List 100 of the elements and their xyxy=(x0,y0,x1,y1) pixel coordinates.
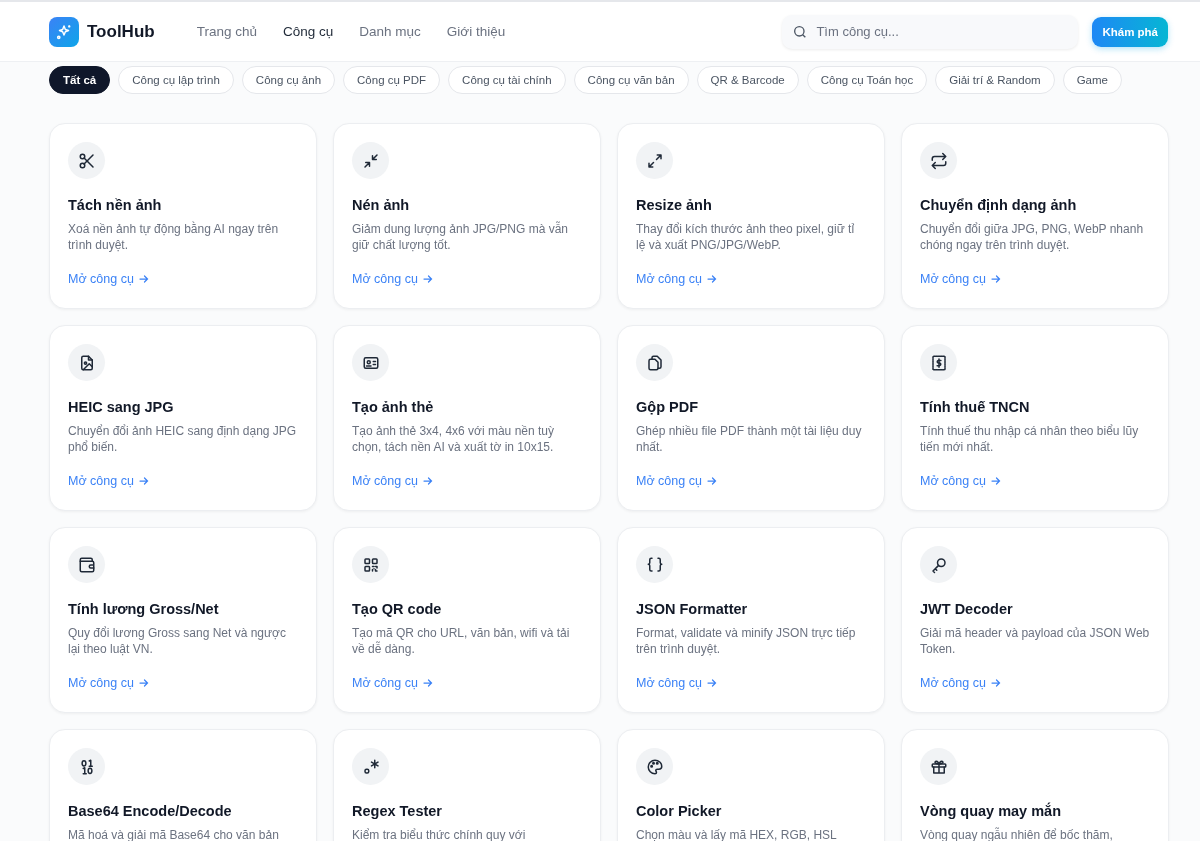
qr-code-icon xyxy=(361,555,380,574)
category-chip[interactable]: Công cụ Toán học xyxy=(806,66,928,94)
arrow-right-icon xyxy=(421,475,434,487)
category-chip[interactable]: Công cụ lập trình xyxy=(118,66,234,94)
tool-title: Vòng quay may mắn xyxy=(920,802,1062,820)
open-tool-link[interactable]: Mở công cụ xyxy=(920,272,1002,286)
tool-card[interactable]: Tính thuế TNCN Tính thuế thu nhập cá nhân theo biểu lũy tiến mới nhất. Mở công cụ xyxy=(901,325,1169,511)
arrow-right-icon xyxy=(705,677,718,689)
tool-title: JSON Formatter xyxy=(636,600,749,618)
tool-title: Resize ảnh xyxy=(636,196,713,214)
tool-card[interactable]: Nén ảnh Giảm dung lượng ảnh JPG/PNG mà vẫn giữ chất lượng tốt. Mở công cụ xyxy=(333,123,601,309)
tool-description: Tính thuế thu nhập cá nhân theo biểu lũy tiến mới nhất. xyxy=(920,423,1140,455)
category-chip[interactable]: Game xyxy=(1062,66,1122,94)
nav-link[interactable]: Giới thiệu xyxy=(446,24,506,39)
search-field[interactable]: Tìm công cụ... xyxy=(782,14,1079,49)
regex-icon xyxy=(361,757,380,776)
open-tool-link[interactable]: Mở công cụ xyxy=(68,272,150,286)
tool-title: Tách nền ảnh xyxy=(68,196,163,214)
tool-card[interactable]: Tạo ảnh thẻ Tạo ảnh thẻ 3x4, 4x6 với màu nền tuỳ chọn, tách nền AI và xuất tờ in 10x15. Mở công cụ xyxy=(333,325,601,511)
category-chip[interactable]: QR & Barcode xyxy=(696,66,799,94)
open-tool-link[interactable]: Mở công cụ xyxy=(636,272,718,286)
tool-card[interactable]: JSON Formatter Format, validate và minify JSON trực tiếp trên trình duyệt. Mở công cụ xyxy=(617,527,885,713)
category-chip[interactable]: Tất cả xyxy=(49,66,111,94)
arrow-right-icon xyxy=(137,273,150,285)
arrow-right-icon xyxy=(705,273,718,285)
open-tool-link[interactable]: Mở công cụ xyxy=(636,676,718,690)
tool-card[interactable]: Resize ảnh Thay đổi kích thước ảnh theo pixel, giữ tỉ lệ và xuất PNG/JPG/WebP. Mở công cụ xyxy=(617,123,885,309)
tool-card[interactable]: Chuyển định dạng ảnh Chuyển đổi giữa JPG, PNG, WebP nhanh chóng ngay trên trình duyệt. Mở công cụ xyxy=(901,123,1169,309)
open-tool-link[interactable]: Mở công cụ xyxy=(68,676,150,690)
category-chip[interactable]: Công cụ tài chính xyxy=(448,66,566,94)
wallet-icon xyxy=(77,555,96,574)
tool-title: Color Picker xyxy=(636,802,723,820)
open-tool-link[interactable]: Mở công cụ xyxy=(352,272,434,286)
braces-icon xyxy=(645,555,664,574)
tool-description: Thay đổi kích thước ảnh theo pixel, giữ tỉ lệ và xuất PNG/JPG/WebP. xyxy=(636,221,856,253)
open-tool-link[interactable]: Mở công cụ xyxy=(68,474,150,488)
tool-description: Tạo mã QR cho URL, văn bản, wifi và tải về dễ dàng. xyxy=(352,625,571,657)
copy-files-icon xyxy=(645,353,664,372)
tool-card[interactable]: Vòng quay may mắn Vòng quay ngẫu nhiên để bốc thăm, xyxy=(901,729,1169,841)
arrow-right-icon xyxy=(421,677,434,689)
tool-card[interactable]: Color Picker Chọn màu và lấy mã HEX, RGB, HSL xyxy=(617,729,885,841)
open-tool-link[interactable]: Mở công cụ xyxy=(352,474,434,488)
tool-description: Giảm dung lượng ảnh JPG/PNG mà vẫn giữ chất lượng tốt. xyxy=(352,221,569,253)
arrow-right-icon xyxy=(989,475,1002,487)
tool-description: Giải mã header và payload của JSON Web Token. xyxy=(920,625,1150,657)
palette-icon xyxy=(645,757,664,776)
gift-icon xyxy=(929,757,948,776)
arrow-right-icon xyxy=(137,677,150,689)
tool-card[interactable]: Base64 Encode/Decode Mã hoá và giải mã Base64 cho văn bản xyxy=(49,729,317,841)
tool-title: Tính lương Gross/Net xyxy=(68,600,220,618)
expand-arrows-icon xyxy=(645,151,664,170)
brand-name: ToolHub xyxy=(87,21,155,42)
tool-title: HEIC sang JPG xyxy=(68,398,175,416)
tool-card[interactable]: HEIC sang JPG Chuyển đổi ảnh HEIC sang định dạng JPG phổ biến. Mở công cụ xyxy=(49,325,317,511)
tool-card[interactable]: Regex Tester Kiểm tra biểu thức chính quy với xyxy=(333,729,601,841)
arrow-right-icon xyxy=(137,475,150,487)
tool-title: Tạo QR code xyxy=(352,600,443,618)
tool-title: Chuyển định dạng ảnh xyxy=(920,196,1078,214)
tool-title: JWT Decoder xyxy=(920,600,1014,618)
tool-title: Tạo ảnh thẻ xyxy=(352,398,435,416)
shrink-arrows-icon xyxy=(361,151,380,170)
tool-card[interactable]: JWT Decoder Giải mã header và payload của JSON Web Token. Mở công cụ xyxy=(901,527,1169,713)
tool-description: Mã hoá và giải mã Base64 cho văn bản xyxy=(68,827,280,841)
tool-description: Tạo ảnh thẻ 3x4, 4x6 với màu nền tuỳ chọn, tách nền AI và xuất tờ in 10x15. xyxy=(352,423,555,455)
tool-description: Chọn màu và lấy mã HEX, RGB, HSL xyxy=(636,827,838,841)
tool-title: Tính thuế TNCN xyxy=(920,398,1031,416)
arrow-right-icon xyxy=(705,475,718,487)
logo-icon[interactable] xyxy=(49,16,79,47)
category-chip[interactable]: Công cụ PDF xyxy=(343,66,441,94)
tool-card[interactable]: Tạo QR code Tạo mã QR cho URL, văn bản, wifi và tải về dễ dàng. Mở công cụ xyxy=(333,527,601,713)
tool-title: Gộp PDF xyxy=(636,398,700,416)
tool-description: Format, validate và minify JSON trực tiếp trên trình duyệt. xyxy=(636,625,857,657)
tool-description: Vòng quay ngẫu nhiên để bốc thăm, xyxy=(920,827,1114,841)
nav-link[interactable]: Công cụ xyxy=(282,24,334,39)
tool-title: Base64 Encode/Decode xyxy=(68,802,233,820)
category-chip[interactable]: Công cụ ảnh xyxy=(241,66,336,94)
open-tool-link[interactable]: Mở công cụ xyxy=(920,676,1002,690)
arrow-right-icon xyxy=(989,273,1002,285)
tool-description: Chuyển đổi ảnh HEIC sang định dạng JPG phổ biến. xyxy=(68,423,298,455)
category-chip[interactable]: Công cụ văn bản xyxy=(573,66,689,94)
nav-link[interactable]: Danh mục xyxy=(359,24,421,39)
tool-card[interactable]: Tách nền ảnh Xoá nền ảnh tự động bằng AI ngay trên trình duyệt. Mở công cụ xyxy=(49,123,317,309)
scissors-icon xyxy=(77,151,96,170)
category-chip[interactable]: Giải trí & Random xyxy=(935,66,1055,94)
tool-description: Xoá nền ảnh tự động bằng AI ngay trên trình duyệt. xyxy=(68,221,280,253)
tool-description: Kiểm tra biểu thức chính quy với xyxy=(352,827,527,841)
tool-title: Nén ảnh xyxy=(352,196,411,214)
tool-description: Ghép nhiều file PDF thành một tài liệu duy nhất. xyxy=(636,423,863,455)
tool-description: Quy đổi lương Gross sang Net và ngược lại theo luật VN. xyxy=(68,625,287,657)
tool-card[interactable]: Gộp PDF Ghép nhiều file PDF thành một tài liệu duy nhất. Mở công cụ xyxy=(617,325,885,511)
open-tool-link[interactable]: Mở công cụ xyxy=(352,676,434,690)
open-tool-link[interactable]: Mở công cụ xyxy=(636,474,718,488)
arrow-right-icon xyxy=(989,677,1002,689)
key-icon xyxy=(929,555,948,574)
dollar-receipt-icon xyxy=(929,353,948,372)
tool-card[interactable]: Tính lương Gross/Net Quy đổi lương Gross sang Net và ngược lại theo luật VN. Mở công cụ xyxy=(49,527,317,713)
open-tool-link[interactable]: Mở công cụ xyxy=(920,474,1002,488)
tool-description: Chuyển đổi giữa JPG, PNG, WebP nhanh chóng ngay trên trình duyệt. xyxy=(920,221,1145,253)
nav-link[interactable]: Trang chủ xyxy=(196,24,257,39)
arrow-right-icon xyxy=(421,273,434,285)
